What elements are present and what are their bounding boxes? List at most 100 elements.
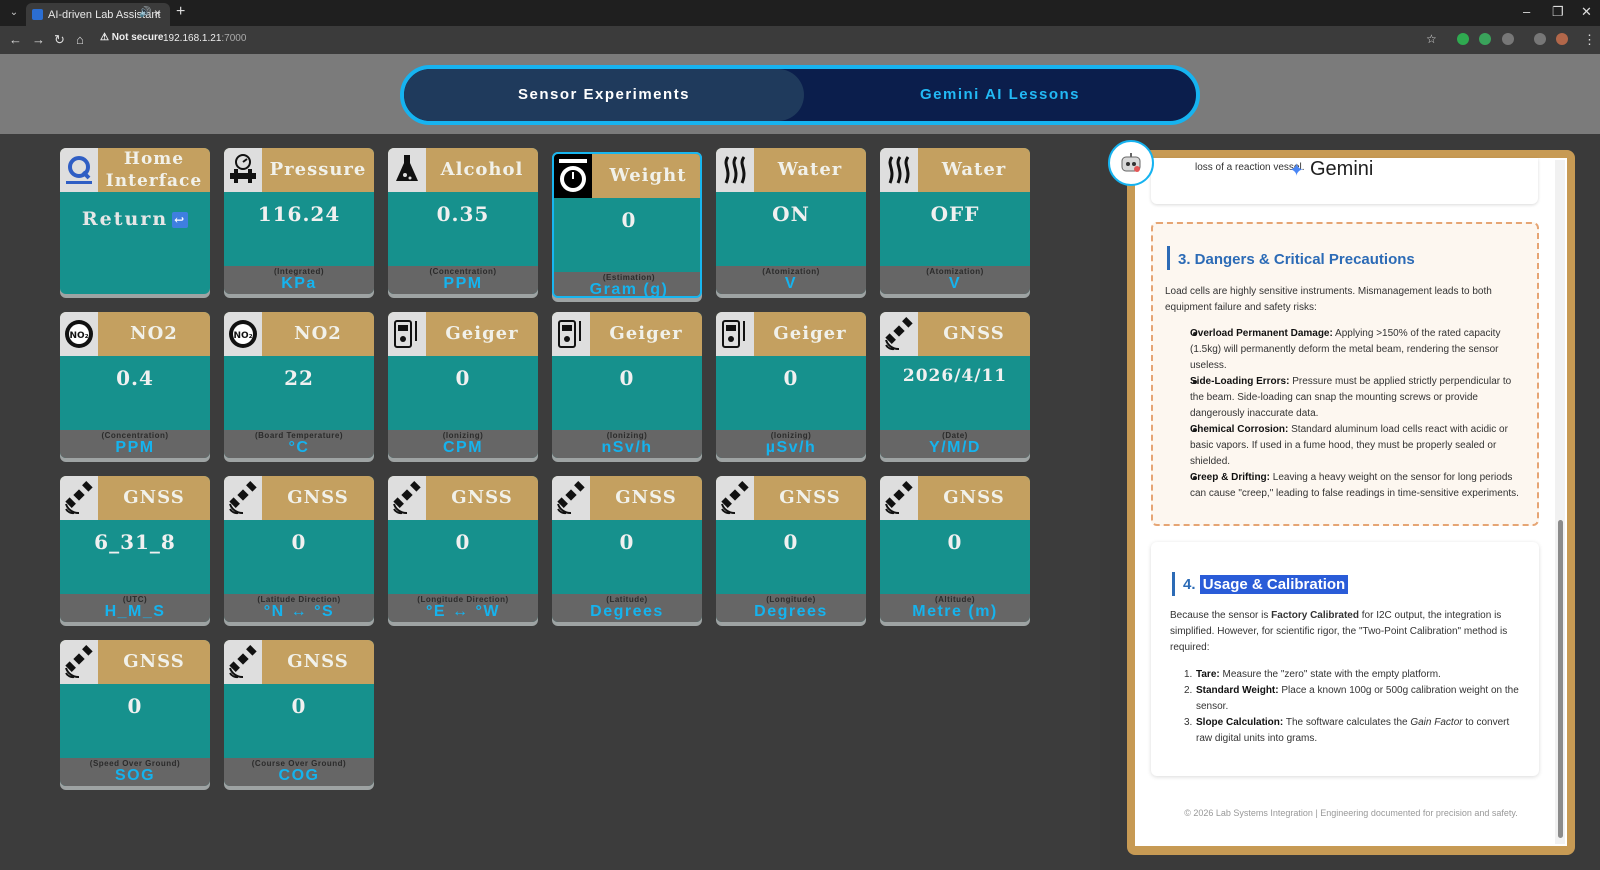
sensor-card-gnss[interactable]: GNSS 0 (Latitude Direction) °N ↔ °S: [224, 476, 374, 626]
card-header: Water: [880, 148, 1030, 192]
restore-icon[interactable]: ❐: [1552, 4, 1564, 20]
return-arrow-icon: ↩: [172, 212, 189, 228]
card-header: GNSS: [60, 476, 210, 520]
sensor-unit: °N ↔ °S: [263, 603, 335, 620]
card-header: NO₂ NO2: [224, 312, 374, 356]
tab-gemini-lessons[interactable]: Gemini AI Lessons: [804, 69, 1196, 121]
extension-g-icon[interactable]: [1479, 33, 1491, 45]
card-title: GNSS: [287, 651, 349, 672]
speaker-icon[interactable]: 🔊: [139, 7, 151, 18]
sensor-card-no2[interactable]: NO₂ NO2 0.4 (Concentration) PPM: [60, 312, 210, 462]
card-title: GNSS: [123, 487, 185, 508]
card-footer: (Integrated) KPa: [224, 266, 374, 294]
card-footer: (Atomization) V: [880, 266, 1030, 294]
no2-icon: NO₂: [60, 312, 98, 356]
sensor-unit: KPa: [281, 275, 317, 292]
forward-icon[interactable]: →: [32, 32, 45, 47]
tab-sensor-experiments[interactable]: Sensor Experiments: [404, 69, 804, 121]
card-header: NO₂ NO2: [60, 312, 210, 356]
profile-avatar[interactable]: [1556, 33, 1568, 45]
water-icon: [880, 148, 918, 192]
sensor-card-gnss[interactable]: GNSS 0 (Altitude) Metre (m): [880, 476, 1030, 626]
gnss-icon: [224, 640, 262, 684]
sensor-card-gnss[interactable]: GNSS 0 (Longitude Direction) °E ↔ °W: [388, 476, 538, 626]
sensor-card-alcohol[interactable]: Alcohol 0.35 (Concentration) PPM: [388, 148, 538, 298]
card-title: Geiger: [609, 323, 683, 344]
card-title: Weight: [609, 165, 687, 186]
tab-search-icon[interactable]: ⌄: [6, 5, 22, 21]
new-tab-icon[interactable]: +: [176, 3, 185, 21]
back-icon[interactable]: ←: [9, 32, 22, 47]
card-body: GNSS 0 (Altitude) Metre (m): [880, 476, 1030, 622]
sensor-card-geiger[interactable]: Geiger 0 (Ionizing) µSv/h: [716, 312, 866, 462]
home-interface-card[interactable]: Home Interface Return ↩: [60, 148, 210, 298]
bookmark-star-icon[interactable]: ☆: [1426, 32, 1437, 46]
sensor-card-gnss[interactable]: GNSS 6_31_8 (UTC) H_M_S: [60, 476, 210, 626]
extensions-puzzle-icon[interactable]: [1502, 33, 1514, 45]
card-footer: (Course Over Ground) COG: [224, 758, 374, 786]
usage-num: 3.: [1184, 717, 1193, 728]
reload-icon[interactable]: ↻: [54, 32, 65, 48]
sensor-card-weight[interactable]: Weight 0 (Estimation) Gram (g): [552, 152, 702, 302]
sensor-card-water[interactable]: Water ON (Atomization) V: [716, 148, 866, 298]
url-field[interactable]: 192.168.1.21:7000: [163, 33, 246, 44]
return-button[interactable]: Return ↩: [60, 208, 210, 230]
card-footer: (Longitude) Degrees: [716, 594, 866, 622]
sensor-value: 116.24: [257, 202, 341, 226]
ai-assistant-bot-icon[interactable]: [1108, 140, 1154, 186]
card-footer: (Estimation) Gram (g): [554, 272, 700, 296]
card-header: Water: [716, 148, 866, 192]
pressure-icon: [224, 148, 262, 192]
sensor-unit: PPM: [443, 275, 483, 292]
gnss-icon: [388, 476, 426, 520]
security-indicator[interactable]: ⚠ Not secure: [100, 32, 163, 43]
minimize-icon[interactable]: –: [1523, 4, 1530, 19]
card-footer: (Latitude) Degrees: [552, 594, 702, 622]
sensor-card-geiger[interactable]: Geiger 0 (Ionizing) CPM: [388, 312, 538, 462]
sensor-value: 0.4: [116, 366, 154, 390]
section-bar: [1167, 246, 1170, 270]
card-title: Geiger: [445, 323, 519, 344]
qualcomm-logo-icon: [60, 148, 98, 192]
card-title: Geiger: [773, 323, 847, 344]
card-title: NO2: [294, 323, 342, 344]
extension-shield-icon[interactable]: [1457, 33, 1469, 45]
menu-kebab-icon[interactable]: ⋮: [1583, 32, 1596, 48]
sensor-card-gnss[interactable]: GNSS 0 (Longitude) Degrees: [716, 476, 866, 626]
svg-text:NO₂: NO₂: [233, 331, 252, 341]
media-icon[interactable]: [1534, 33, 1546, 45]
sensor-value: 0: [455, 366, 471, 390]
water-icon: [716, 148, 754, 192]
card-body: Water OFF (Atomization) V: [880, 148, 1030, 294]
sensor-card-gnss[interactable]: GNSS 0 (Speed Over Ground) SOG: [60, 640, 210, 790]
sensor-card-no2[interactable]: NO₂ NO2 22 (Board Temperature) °C: [224, 312, 374, 462]
close-window-icon[interactable]: ✕: [1581, 4, 1592, 20]
card-body: Geiger 0 (Ionizing) nSv/h: [552, 312, 702, 458]
lesson-footer: © 2026 Lab Systems Integration | Enginee…: [1184, 808, 1518, 818]
home-icon[interactable]: ⌂: [76, 32, 84, 47]
sensor-card-gnss[interactable]: GNSS 0 (Course Over Ground) COG: [224, 640, 374, 790]
geiger-icon: [552, 312, 590, 356]
gnss-icon: [880, 476, 918, 520]
lesson-scroll-thumb[interactable]: [1558, 520, 1563, 838]
card-footer: (Atomization) V: [716, 266, 866, 294]
card-footer: (Latitude Direction) °N ↔ °S: [224, 594, 374, 622]
sensor-value: OFF: [930, 202, 980, 226]
card-header: GNSS: [552, 476, 702, 520]
card-body: Water ON (Atomization) V: [716, 148, 866, 294]
alcohol-icon: [388, 148, 426, 192]
card-body: NO₂ NO2 0.4 (Concentration) PPM: [60, 312, 210, 458]
sensor-card-gnss[interactable]: GNSS 2026/4/11 (Date) Y/M/D: [880, 312, 1030, 462]
card-body: GNSS 2026/4/11 (Date) Y/M/D: [880, 312, 1030, 458]
sensor-card-pressure[interactable]: Pressure 116.24 (Integrated) KPa: [224, 148, 374, 298]
sensor-card-water[interactable]: Water OFF (Atomization) V: [880, 148, 1030, 298]
tab-close-icon[interactable]: ×: [154, 6, 161, 20]
card-footer: (Altitude) Metre (m): [880, 594, 1030, 622]
sensor-value: 0: [619, 530, 635, 554]
card-header: Home Interface: [60, 148, 210, 192]
sensor-card-geiger[interactable]: Geiger 0 (Ionizing) nSv/h: [552, 312, 702, 462]
browser-tab[interactable]: AI-driven Lab Assistant 🔊 ×: [26, 3, 170, 26]
sensor-unit: Degrees: [590, 603, 664, 620]
sensor-card-gnss[interactable]: GNSS 0 (Latitude) Degrees: [552, 476, 702, 626]
section-dangers-intro: Load cells are highly sensitive instrume…: [1165, 286, 1492, 313]
